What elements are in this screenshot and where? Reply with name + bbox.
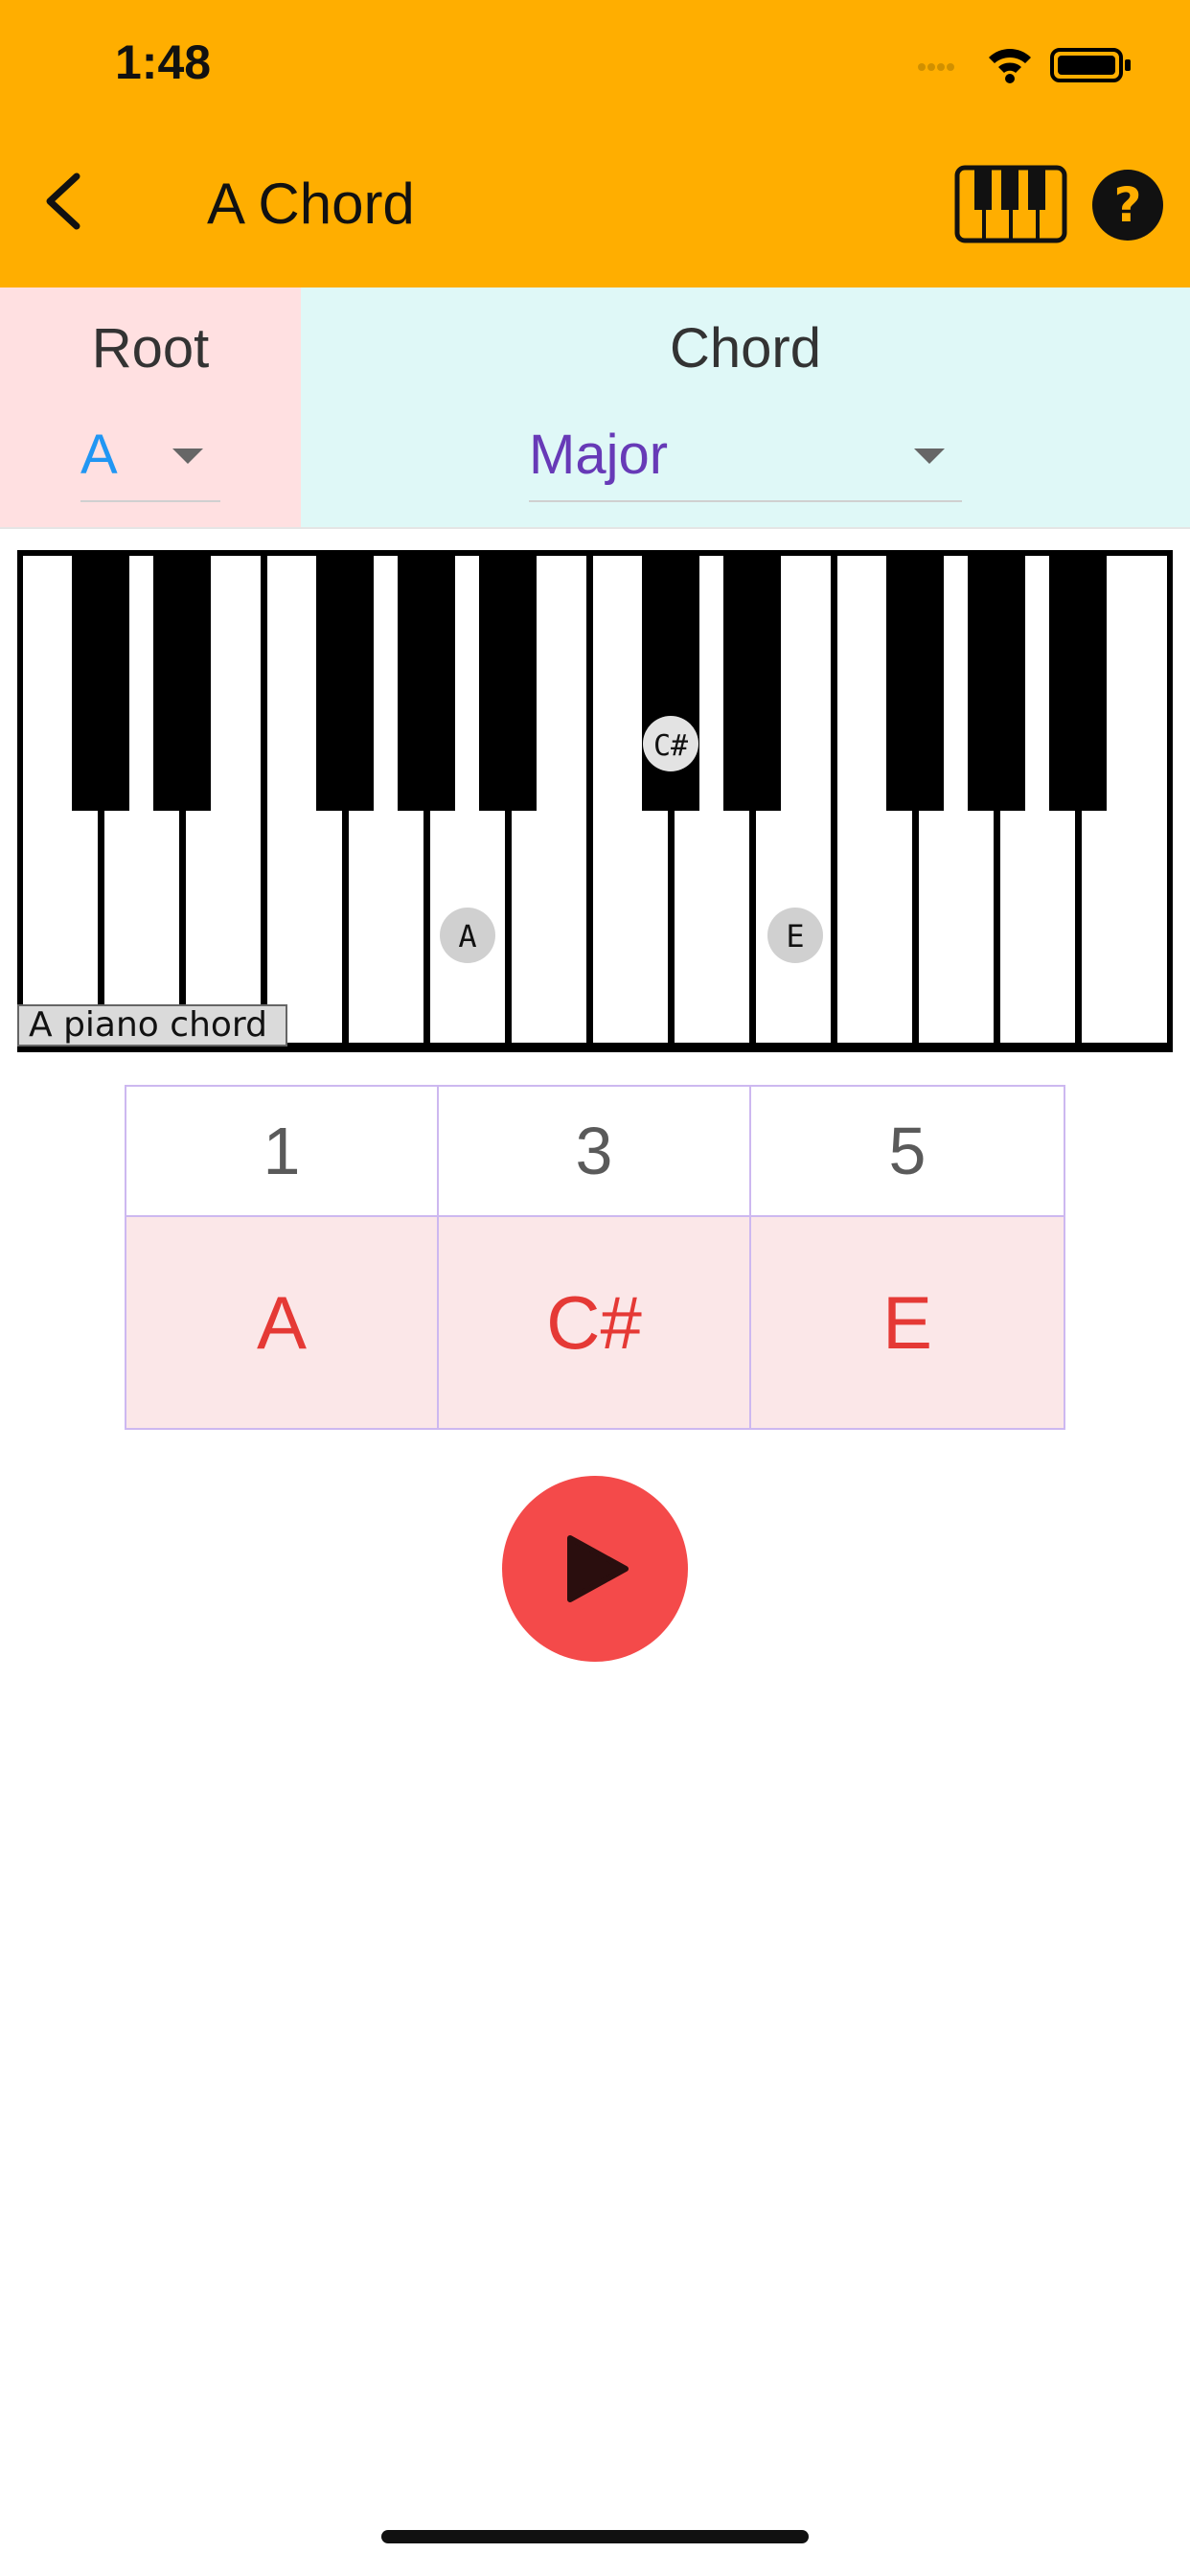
home-indicator bbox=[381, 2530, 809, 2543]
svg-text:?: ? bbox=[1113, 177, 1141, 233]
degree-cell: 1 bbox=[126, 1087, 439, 1217]
note-cell: E bbox=[751, 1217, 1064, 1428]
divider bbox=[0, 527, 1190, 529]
svg-text:A: A bbox=[458, 918, 476, 954]
chevron-left-icon bbox=[46, 172, 80, 230]
play-icon bbox=[567, 1535, 629, 1602]
root-label: Root bbox=[91, 317, 210, 380]
note-marker-e: E bbox=[767, 908, 823, 963]
degree-cell: 5 bbox=[751, 1087, 1064, 1217]
piano-keyboard: A C# E bbox=[17, 550, 1173, 1052]
help-button[interactable]: ? bbox=[1090, 168, 1165, 242]
page-title: A Chord bbox=[207, 172, 415, 236]
degree-cell: 3 bbox=[439, 1087, 751, 1217]
root-dropdown[interactable]: A bbox=[80, 420, 220, 502]
note-cell: C# bbox=[439, 1217, 751, 1428]
wifi-icon bbox=[989, 49, 1031, 83]
caret-down-icon bbox=[172, 448, 203, 464]
signal-icon bbox=[918, 63, 954, 71]
help-circle-icon: ? bbox=[1092, 170, 1163, 241]
note-marker-c-sharp: C# bbox=[643, 716, 698, 771]
caret-down-icon bbox=[914, 448, 945, 464]
piano-icon bbox=[954, 165, 1067, 243]
status-time: 1:48 bbox=[115, 35, 212, 89]
chord-notes-table: 1 3 5 A C# E bbox=[125, 1085, 1065, 1430]
piano-button[interactable] bbox=[954, 165, 1067, 243]
svg-text:C#: C# bbox=[653, 729, 688, 763]
chord-label: Chord bbox=[670, 317, 821, 380]
piano-caption: A piano chord bbox=[17, 1004, 287, 1046]
note-cell: A bbox=[126, 1217, 439, 1428]
svg-text:E: E bbox=[786, 918, 804, 954]
note-marker-a: A bbox=[440, 908, 495, 963]
chord-value: Major bbox=[529, 424, 669, 486]
root-value: A bbox=[80, 424, 118, 486]
status-icons bbox=[918, 48, 1131, 83]
back-button[interactable] bbox=[27, 163, 103, 240]
chord-dropdown[interactable]: Major bbox=[529, 420, 962, 502]
play-button[interactable] bbox=[502, 1476, 688, 1662]
battery-icon bbox=[1050, 48, 1131, 82]
